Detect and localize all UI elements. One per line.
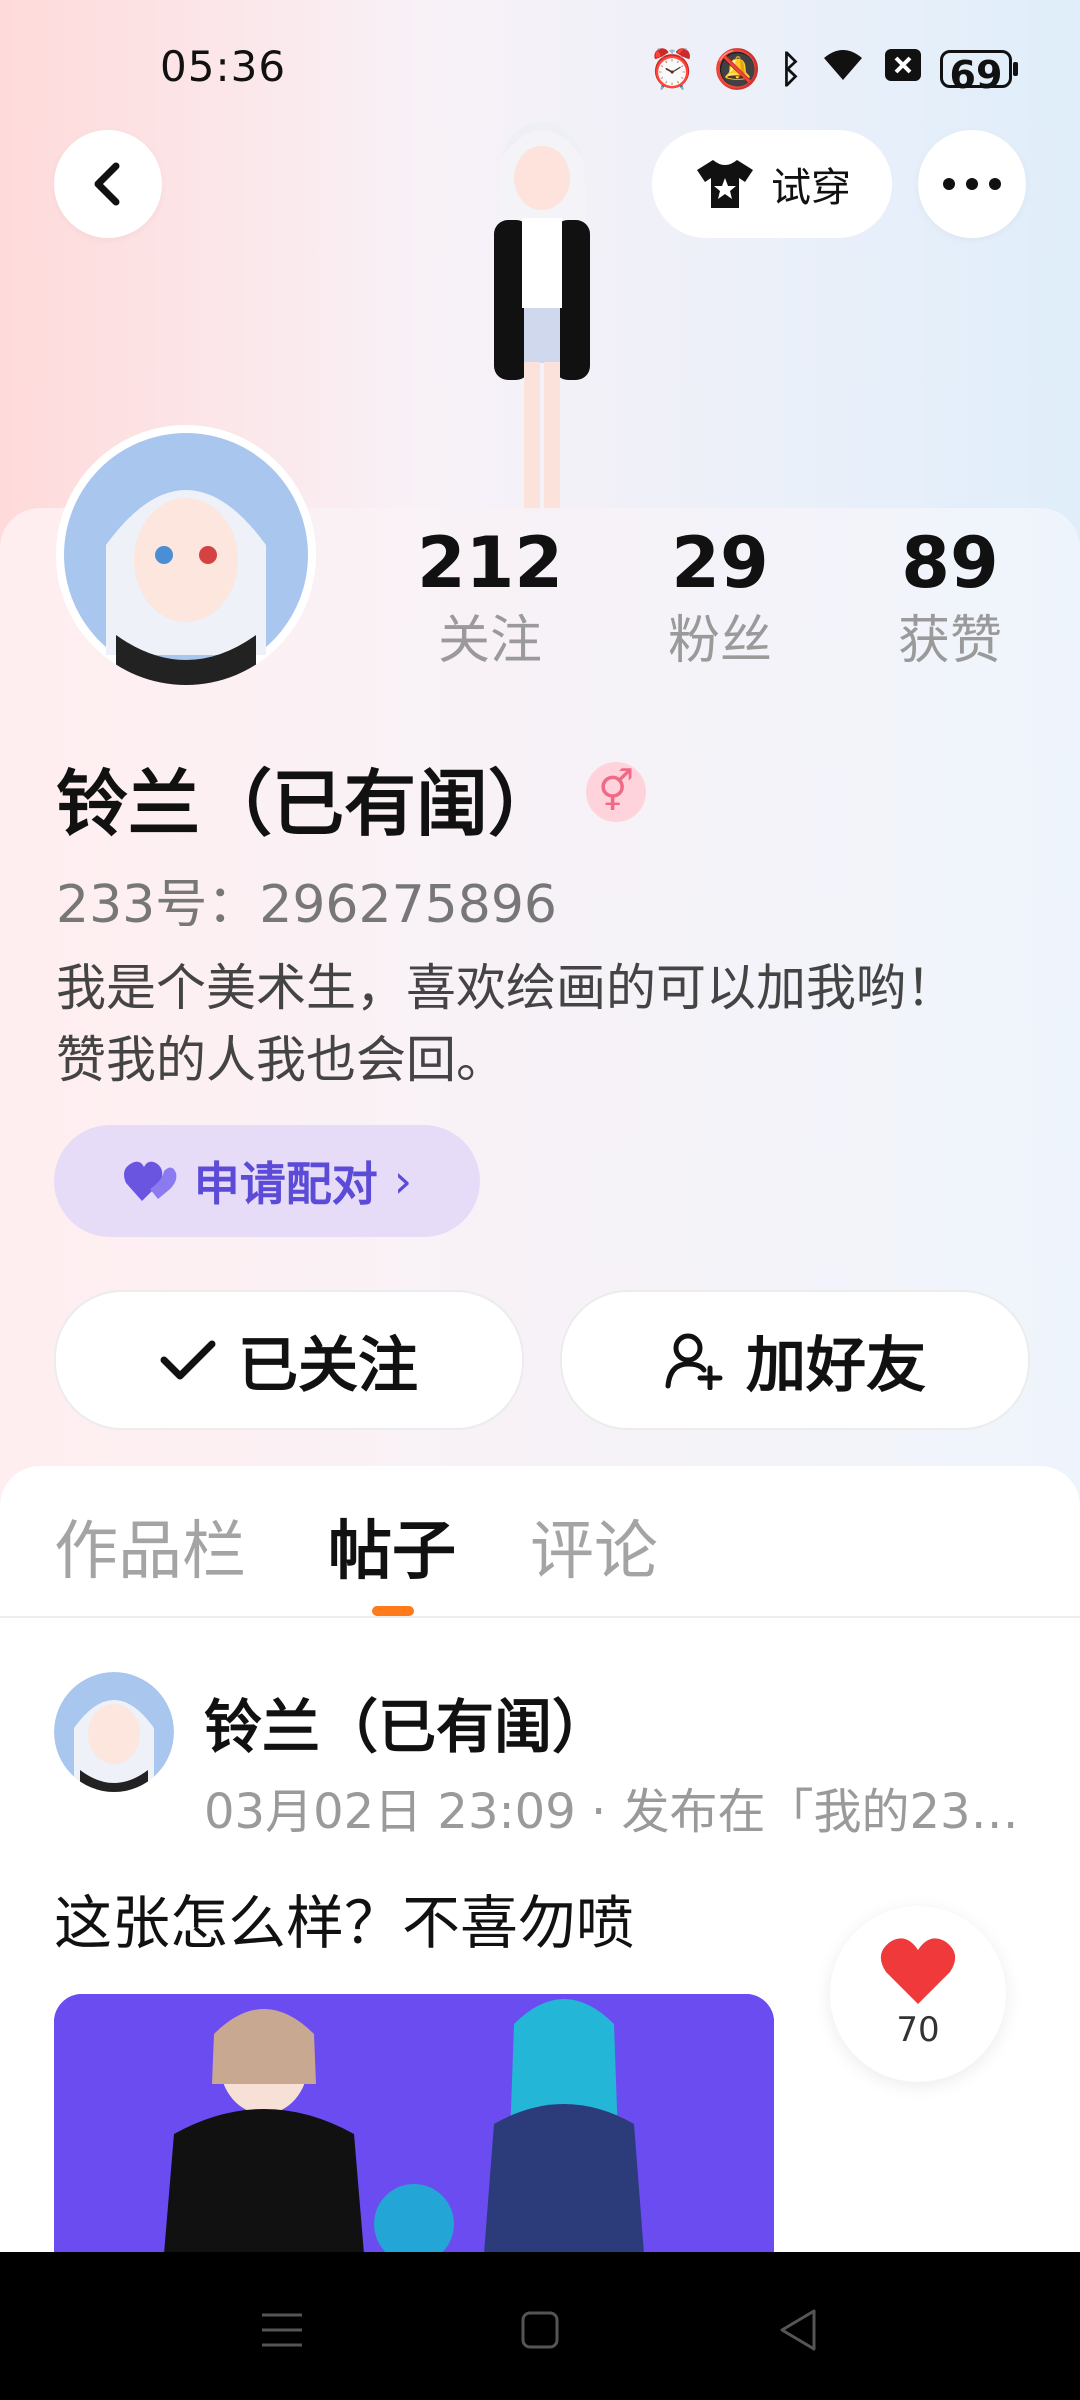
back-button[interactable]	[54, 130, 162, 238]
followed-button[interactable]: 已关注	[54, 1290, 524, 1430]
post-author-name[interactable]: 铃兰（已有闺）	[204, 1680, 610, 1764]
avatar[interactable]	[56, 425, 316, 685]
chevron-right-icon: ›	[393, 1154, 413, 1208]
tab-posts[interactable]: 帖子	[328, 1500, 456, 1592]
add-friend-button[interactable]: 加好友	[560, 1290, 1030, 1430]
close-box-icon	[884, 47, 922, 91]
heart-icon	[880, 1938, 956, 2004]
stat-fans[interactable]: 29 粉丝	[620, 520, 820, 676]
followed-label: 已关注	[238, 1330, 418, 1401]
post-author-avatar[interactable]	[54, 1672, 174, 1792]
stat-following[interactable]: 212 关注	[390, 520, 590, 676]
status-time: 05:36	[160, 42, 287, 91]
status-icons: ⏰ 🔕 ᛒ 69	[648, 46, 1018, 97]
check-icon	[160, 1340, 216, 1380]
mute-icon: 🔕	[713, 46, 762, 91]
stat-likes[interactable]: 89 获赞	[850, 520, 1050, 676]
female-icon: ⚥	[586, 762, 646, 822]
tab-comments[interactable]: 评论	[530, 1500, 658, 1592]
stat-label: 粉丝	[667, 611, 772, 671]
stat-value: 89	[901, 522, 999, 604]
profile-bio: 我是个美术生，喜欢绘画的可以加我哟！赞我的人我也会回。	[56, 959, 956, 1089]
bluetooth-icon: ᛒ	[779, 46, 802, 91]
post-image[interactable]	[54, 1994, 774, 2254]
tab-divider	[0, 1616, 1080, 1618]
stat-label: 获赞	[897, 611, 1002, 671]
match-label: 申请配对	[193, 1157, 378, 1211]
wifi-icon	[820, 46, 866, 91]
system-nav-bar	[0, 2252, 1080, 2400]
battery-indicator: 69	[940, 49, 1018, 97]
match-request-button[interactable]: 申请配对 ›	[54, 1125, 480, 1237]
shirt-icon	[697, 160, 753, 208]
back-triangle-icon	[780, 2309, 816, 2351]
more-horizontal-icon	[943, 178, 1001, 190]
tab-indicator	[372, 1606, 414, 1616]
home-nav-button[interactable]	[500, 2290, 580, 2370]
tab-works[interactable]: 作品栏	[54, 1500, 246, 1592]
stat-label: 关注	[437, 611, 542, 671]
stat-value: 212	[416, 522, 564, 604]
menu-icon	[262, 2313, 302, 2347]
menu-nav-button[interactable]	[242, 2290, 322, 2370]
add-friend-label: 加好友	[746, 1330, 926, 1401]
profile-name: 铃兰（已有闺）	[56, 762, 561, 846]
post-meta: 03月02日 23:09 · 发布在「我的23…	[204, 1784, 1019, 1840]
character-figure	[494, 122, 590, 512]
more-button[interactable]	[918, 130, 1026, 238]
post-text[interactable]: 这张怎么样？不喜勿喷	[54, 1876, 634, 1960]
tryon-label: 试穿	[771, 165, 851, 211]
stat-value: 29	[671, 522, 769, 604]
chevron-left-icon	[94, 162, 120, 206]
heart-icon	[123, 1161, 177, 1201]
like-button[interactable]: 70	[830, 1906, 1006, 2082]
add-user-icon	[665, 1333, 723, 1390]
like-count: 70	[896, 2010, 940, 2050]
tryon-button[interactable]: 试穿	[652, 130, 892, 238]
back-nav-button[interactable]	[758, 2290, 838, 2370]
profile-uid: 233号：296275896	[56, 875, 558, 935]
home-square-icon	[521, 2311, 559, 2349]
alarm-icon: ⏰	[648, 46, 696, 91]
